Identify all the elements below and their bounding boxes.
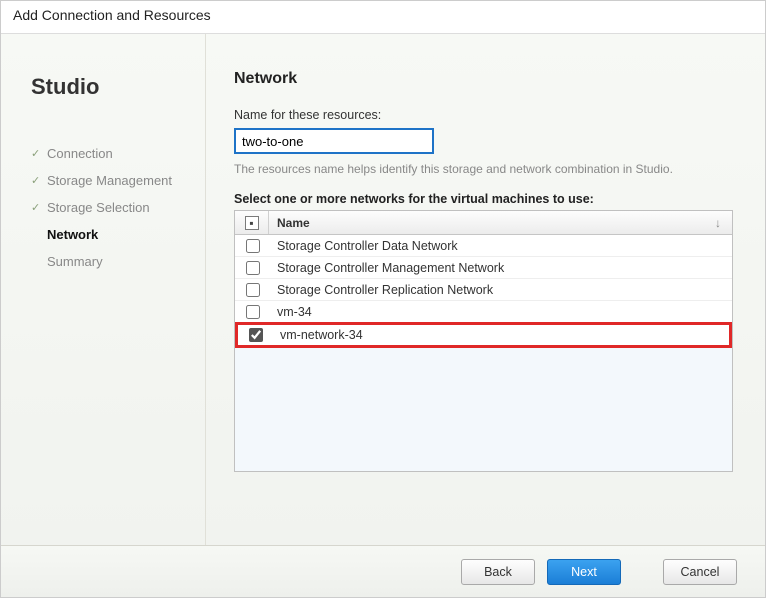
- name-label: Name for these resources:: [234, 108, 733, 122]
- wizard-steps: Connection Storage Management Storage Sele…: [31, 140, 187, 275]
- window-title: Add Connection and Resources: [1, 1, 765, 33]
- table-row[interactable]: vm-34: [235, 301, 732, 323]
- table-header: ▪ Name ↓: [235, 211, 732, 235]
- table-row[interactable]: Storage Controller Replication Network: [235, 279, 732, 301]
- wizard-step-label: Summary: [47, 254, 103, 269]
- wizard-step-summary[interactable]: Summary: [31, 248, 187, 275]
- dialog-footer: Back Next Cancel: [1, 545, 765, 597]
- indeterminate-icon: ▪: [245, 216, 259, 230]
- network-name: vm-34: [269, 305, 732, 319]
- row-checkbox-cell: [235, 302, 269, 322]
- network-checkbox[interactable]: [246, 305, 260, 319]
- name-hint: The resources name helps identify this s…: [234, 162, 733, 176]
- table-body: Storage Controller Data Network Storage C…: [235, 235, 732, 471]
- network-checkbox[interactable]: [246, 283, 260, 297]
- cancel-button[interactable]: Cancel: [663, 559, 737, 585]
- row-checkbox-cell: [238, 325, 272, 345]
- row-checkbox-cell: [235, 258, 269, 278]
- wizard-step-connection[interactable]: Connection: [31, 140, 187, 167]
- table-row[interactable]: Storage Controller Data Network: [235, 235, 732, 257]
- page-title: Network: [234, 70, 733, 88]
- resource-name-input[interactable]: [234, 128, 434, 154]
- dialog-body: Studio Connection Storage Management Stora…: [1, 33, 765, 545]
- brand: Studio: [31, 74, 187, 100]
- wizard-step-storage-selection[interactable]: Storage Selection: [31, 194, 187, 221]
- wizard-step-label: Storage Selection: [47, 200, 150, 215]
- table-row[interactable]: vm-network-34: [235, 322, 732, 348]
- dialog: Add Connection and Resources Studio Conn…: [0, 0, 766, 598]
- network-checkbox[interactable]: [246, 261, 260, 275]
- back-button[interactable]: Back: [461, 559, 535, 585]
- network-name: vm-network-34: [272, 328, 729, 342]
- sort-icon[interactable]: ↓: [704, 216, 732, 230]
- column-header-name[interactable]: Name: [269, 216, 704, 230]
- next-button[interactable]: Next: [547, 559, 621, 585]
- wizard-step-label: Connection: [47, 146, 113, 161]
- row-checkbox-cell: [235, 280, 269, 300]
- network-checkbox[interactable]: [249, 328, 263, 342]
- network-name: Storage Controller Management Network: [269, 261, 732, 275]
- wizard-step-storage-management[interactable]: Storage Management: [31, 167, 187, 194]
- network-select-label: Select one or more networks for the virt…: [234, 192, 733, 206]
- network-table: ▪ Name ↓ Storage Controller Data Network…: [234, 210, 733, 472]
- main-panel: Network Name for these resources: The re…: [206, 34, 765, 545]
- table-row[interactable]: Storage Controller Management Network: [235, 257, 732, 279]
- network-checkbox[interactable]: [246, 239, 260, 253]
- network-name: Storage Controller Replication Network: [269, 283, 732, 297]
- network-name: Storage Controller Data Network: [269, 239, 732, 253]
- wizard-step-label: Network: [47, 227, 98, 242]
- wizard-sidebar: Studio Connection Storage Management Stora…: [1, 34, 206, 545]
- wizard-step-network[interactable]: Network: [31, 221, 187, 248]
- header-select-all[interactable]: ▪: [235, 211, 269, 234]
- wizard-step-label: Storage Management: [47, 173, 172, 188]
- row-checkbox-cell: [235, 236, 269, 256]
